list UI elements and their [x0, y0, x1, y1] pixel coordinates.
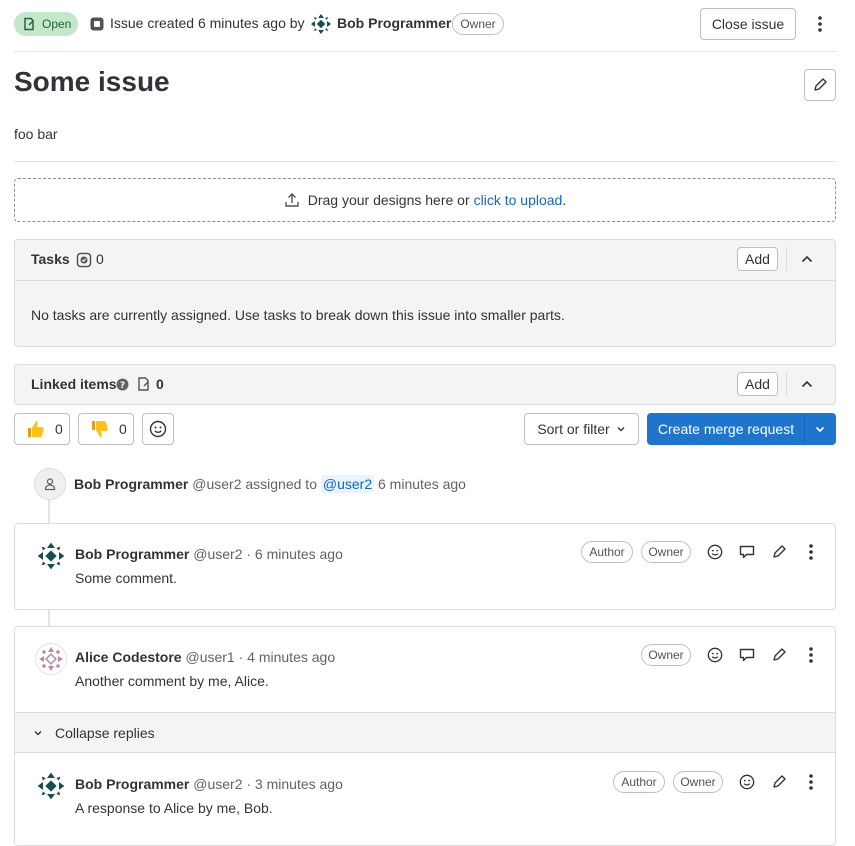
tasks-header-divider: [15, 280, 835, 281]
status-badge: Open: [14, 12, 78, 36]
collapse-tasks-chevron-up-icon[interactable]: [795, 247, 819, 271]
comment-author[interactable]: Alice Codestore: [75, 649, 182, 665]
comment-body: Some comment.: [75, 570, 177, 586]
comment-handle[interactable]: @user2: [193, 546, 242, 562]
timeline-line: [48, 609, 50, 627]
thumbs-down-count: 0: [119, 421, 127, 437]
reply-body: A response to Alice by me, Bob.: [75, 800, 273, 816]
chevron-down-icon: [814, 423, 826, 435]
system-note-handle[interactable]: @user2: [192, 476, 241, 492]
add-linked-item-button[interactable]: Add: [737, 372, 778, 396]
collapse-replies-toggle[interactable]: Collapse replies: [15, 712, 835, 753]
tasks-empty-text: No tasks are currently assigned. Use tas…: [31, 307, 565, 323]
author-role-badge: Owner: [452, 13, 504, 35]
dropzone-text: Drag your designs here or: [307, 192, 470, 208]
chevron-down-icon: [33, 728, 43, 738]
upload-icon: [284, 192, 300, 208]
edit-comment-pencil-icon[interactable]: [767, 643, 791, 667]
comment-time[interactable]: · 4 minutes ago: [239, 649, 336, 665]
tasks-title: Tasks: [31, 251, 70, 267]
edit-comment-pencil-icon[interactable]: [767, 540, 791, 564]
avatar[interactable]: [309, 12, 333, 36]
close-issue-button[interactable]: Close issue: [700, 8, 796, 40]
comment-header: Bob Programmer @user2 · 6 minutes ago: [75, 546, 343, 562]
comment-author[interactable]: Bob Programmer: [75, 546, 189, 562]
thumbs-up-count: 0: [55, 421, 63, 437]
reply-header: Bob Programmer @user2 · 3 minutes ago: [75, 776, 343, 792]
collapse-replies-label: Collapse replies: [55, 724, 155, 741]
avatar[interactable]: [35, 540, 67, 572]
tasks-count: 0: [96, 251, 104, 267]
author-badge: Author: [581, 541, 633, 563]
task-done-icon: [76, 252, 92, 268]
smile-icon: [149, 420, 167, 438]
thumbs-down-icon: [90, 419, 110, 439]
svg-text:?: ?: [120, 381, 125, 391]
comment-kebab-icon[interactable]: [799, 643, 823, 667]
add-reaction-smile-icon[interactable]: [735, 770, 759, 794]
system-note-author[interactable]: Bob Programmer: [74, 476, 188, 492]
sort-filter-label: Sort or filter: [537, 421, 610, 437]
comment-time[interactable]: · 6 minutes ago: [246, 546, 343, 562]
linked-toolbar-separator: [786, 372, 787, 396]
description-divider: [14, 161, 836, 162]
sort-filter-dropdown[interactable]: Sort or filter: [524, 413, 639, 445]
system-note: Bob Programmer @user2 assigned to @user2…: [74, 475, 466, 493]
add-reaction-button[interactable]: [142, 413, 174, 445]
design-dropzone[interactable]: Drag your designs here or click to uploa…: [14, 178, 836, 222]
reply-icon[interactable]: [735, 540, 759, 564]
chevron-down-icon: [616, 424, 626, 434]
owner-badge: Owner: [641, 644, 691, 666]
linked-items-title: Linked items: [31, 376, 117, 392]
reply-icon[interactable]: [735, 643, 759, 667]
author-link[interactable]: Bob Programmer: [337, 15, 451, 31]
add-reaction-smile-icon[interactable]: [703, 643, 727, 667]
comment-kebab-icon[interactable]: [799, 540, 823, 564]
issue-description: foo bar: [14, 126, 58, 142]
owner-badge: Owner: [641, 541, 691, 563]
reply-handle[interactable]: @user2: [193, 776, 242, 792]
collapse-linked-chevron-up-icon[interactable]: [795, 372, 819, 396]
system-note-action: assigned to: [245, 476, 317, 492]
timeline-line: [48, 500, 50, 524]
add-reaction-smile-icon[interactable]: [703, 540, 727, 564]
thumbs-down-reaction-button[interactable]: 0: [78, 413, 134, 445]
author-badge: Author: [613, 771, 665, 793]
reply-kebab-icon[interactable]: [799, 770, 823, 794]
created-text: Issue created 6 minutes ago by: [110, 15, 305, 31]
more-actions-kebab-icon[interactable]: [808, 12, 832, 36]
user-mention[interactable]: @user2: [320, 475, 375, 493]
linked-issue-icon: [136, 376, 152, 392]
edit-title-button[interactable]: [804, 69, 836, 101]
system-note-time: 6 minutes ago: [378, 476, 466, 492]
tasks-toolbar-separator: [786, 247, 787, 271]
page-title: Some issue: [14, 66, 170, 97]
avatar[interactable]: [35, 770, 67, 802]
comment-body: Another comment by me, Alice.: [75, 673, 269, 689]
reply-author[interactable]: Bob Programmer: [75, 776, 189, 792]
owner-badge: Owner: [673, 771, 723, 793]
comment-header: Alice Codestore @user1 · 4 minutes ago: [75, 649, 335, 665]
comment-handle[interactable]: @user1: [185, 649, 234, 665]
upload-link[interactable]: click to upload: [474, 192, 563, 208]
linked-items-count: 0: [156, 376, 164, 392]
merge-request-options-toggle[interactable]: [804, 413, 836, 445]
reply-time[interactable]: · 3 minutes ago: [246, 776, 343, 792]
status-badge-label: Open: [42, 17, 72, 31]
thumbs-up-reaction-button[interactable]: 0: [14, 413, 70, 445]
question-icon[interactable]: ?: [116, 378, 129, 391]
tasks-card: [14, 239, 836, 347]
comment-card: [14, 523, 836, 610]
add-task-button[interactable]: Add: [737, 247, 778, 271]
issue-type-icon: [89, 16, 105, 32]
system-note-user-icon: [34, 468, 66, 500]
avatar[interactable]: [35, 643, 67, 675]
issue-open-icon: [22, 17, 36, 31]
thumbs-up-icon: [26, 419, 46, 439]
header-divider: [14, 51, 836, 52]
pencil-icon: [812, 77, 828, 93]
create-merge-request-button[interactable]: Create merge request: [647, 413, 805, 445]
edit-reply-pencil-icon[interactable]: [767, 770, 791, 794]
dropzone-suffix: .: [562, 192, 567, 208]
